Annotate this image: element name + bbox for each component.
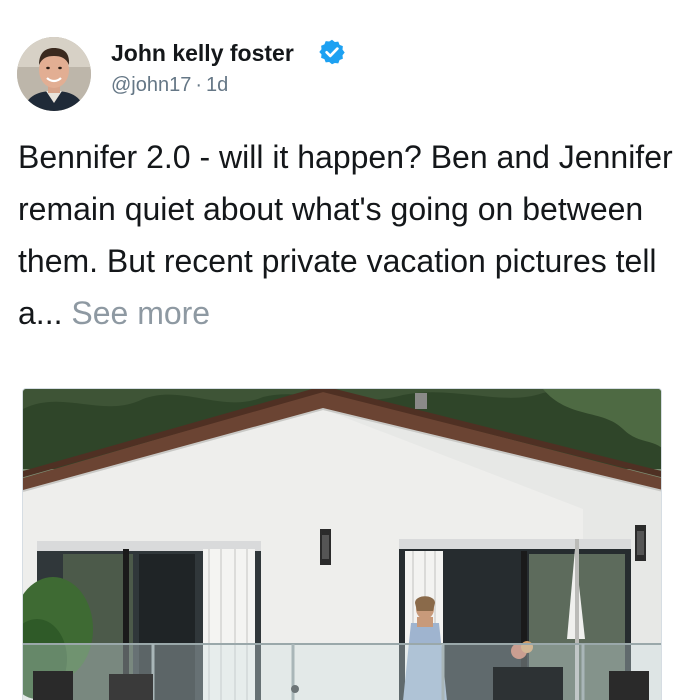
tweet-card: John kelly foster @john17 · 1d Bennifer 2.… [0,0,700,700]
author-display-name[interactable]: John kelly foster [111,39,294,67]
tweet-media-image[interactable] [22,388,662,700]
avatar[interactable] [17,37,91,111]
verified-badge-icon [318,38,346,66]
author-handle[interactable]: @john17 [111,74,191,96]
meta-separator: · [195,74,203,96]
see-more-link[interactable]: See more [71,295,210,331]
tweet-text: Bennifer 2.0 - will it happen? Ben and J… [18,131,682,339]
tweet-meta: @john17 · 1d [111,72,228,98]
tweet-timestamp[interactable]: 1d [206,74,228,96]
